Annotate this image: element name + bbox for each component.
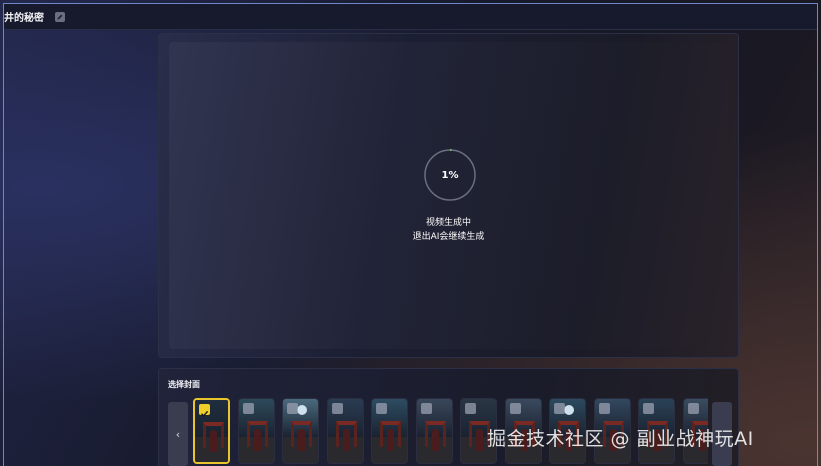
cover-thumbnail[interactable] bbox=[282, 398, 319, 464]
checkbox-icon[interactable] bbox=[465, 403, 476, 414]
cover-thumbnail[interactable] bbox=[238, 398, 275, 464]
thumbnail-figure bbox=[298, 429, 305, 451]
checkbox-icon[interactable] bbox=[554, 403, 565, 414]
checkbox-icon[interactable] bbox=[376, 403, 387, 414]
thumbnail-figure bbox=[387, 429, 394, 451]
page-title: 井的秘密 bbox=[4, 13, 44, 24]
checkbox-icon[interactable] bbox=[510, 403, 521, 414]
cover-thumbnail[interactable] bbox=[193, 398, 230, 464]
checkmark-icon[interactable] bbox=[199, 404, 210, 417]
progress-percentage: 1% bbox=[441, 169, 459, 181]
thumbnail-moon bbox=[564, 405, 574, 415]
generation-hint: 退出AI会继续生成 bbox=[412, 232, 485, 242]
checkbox-icon[interactable] bbox=[688, 403, 699, 414]
top-bar: 井的秘密 bbox=[4, 4, 817, 30]
chevron-left-icon: ‹ bbox=[175, 427, 181, 441]
cover-selection-label: 选择封面 bbox=[168, 380, 200, 389]
cover-thumbnail[interactable] bbox=[327, 398, 364, 464]
progress-ring: 1% bbox=[423, 148, 477, 202]
cover-thumbnail[interactable] bbox=[371, 398, 408, 464]
checkbox-icon[interactable] bbox=[643, 403, 654, 414]
thumbnail-figure bbox=[254, 429, 261, 451]
checkbox-icon[interactable] bbox=[243, 403, 254, 414]
checkbox-icon[interactable] bbox=[287, 403, 298, 414]
thumbnail-figure bbox=[343, 429, 350, 451]
checkbox-icon[interactable] bbox=[421, 403, 432, 414]
edit-icon[interactable] bbox=[55, 11, 65, 22]
thumbnail-figure bbox=[432, 429, 439, 451]
watermark: 掘金技术社区 @ 副业战神玩AI bbox=[487, 428, 754, 450]
thumbnail-moon bbox=[297, 405, 307, 415]
checkbox-icon[interactable] bbox=[332, 403, 343, 414]
cover-selection-panel: 选择封面 ‹ bbox=[158, 368, 739, 466]
thumbnail-figure bbox=[210, 430, 217, 452]
cover-thumbnail[interactable] bbox=[416, 398, 453, 464]
prev-cover-button[interactable]: ‹ bbox=[168, 402, 188, 466]
thumbnail-figure bbox=[476, 429, 483, 451]
checkbox-icon[interactable] bbox=[599, 403, 610, 414]
generation-status: 视频生成中 bbox=[425, 218, 471, 228]
video-preview: 1% 视频生成中 退出AI会继续生成 bbox=[158, 33, 739, 358]
